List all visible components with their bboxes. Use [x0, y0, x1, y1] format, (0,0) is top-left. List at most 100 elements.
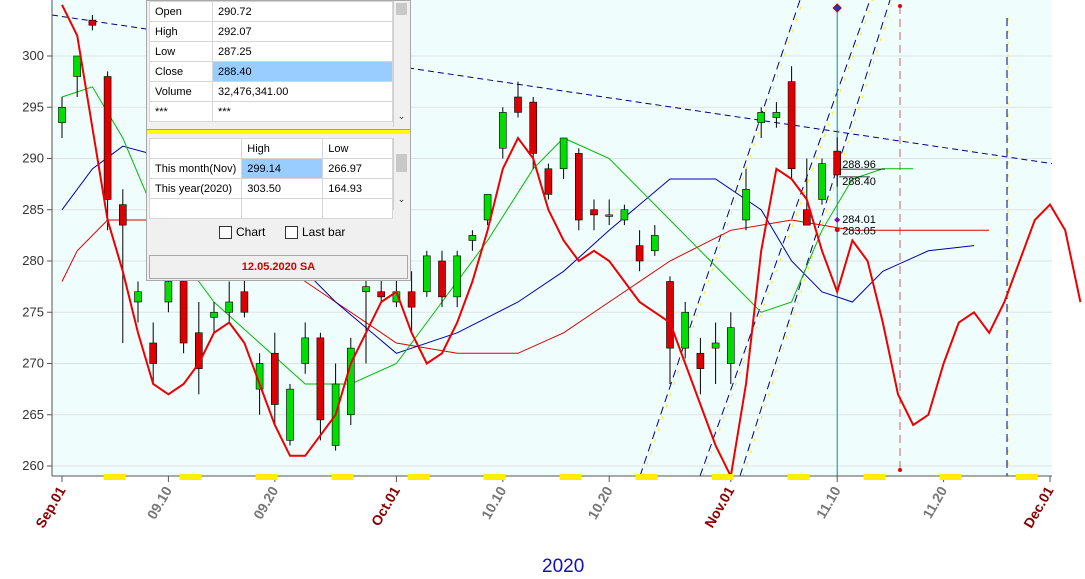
high-label: High: [149, 21, 213, 42]
candle-body: [514, 96, 522, 113]
chart-checkbox-label: Chart: [236, 225, 266, 239]
candle-body: [286, 388, 294, 441]
close-value[interactable]: 288.40: [212, 61, 393, 82]
candle-body: [88, 19, 97, 26]
volume-value: 32,476,341.00: [212, 81, 393, 102]
close-label: Close: [149, 61, 213, 82]
scroll-thumb[interactable]: [396, 154, 407, 172]
last-bar-checkbox-label: Last bar: [302, 225, 346, 239]
weekend-mark: [787, 474, 810, 480]
summary-label: This year(2020): [148, 178, 243, 199]
table-row[interactable]: Close 288.40: [149, 61, 393, 82]
extra-value: ***: [212, 101, 393, 122]
y-tick-label: 295: [22, 99, 44, 114]
y-tick-label: 270: [22, 356, 44, 371]
year-label: 2020: [542, 556, 585, 577]
high-value: 292.07: [212, 21, 393, 42]
weekend-mark: [711, 474, 734, 480]
candle-body: [544, 168, 553, 195]
price-label: 283.05: [842, 226, 876, 238]
candle-body: [377, 291, 386, 298]
candle-body: [73, 55, 81, 77]
table-row: Open 290.72: [149, 1, 393, 22]
summary-header-blank: [148, 138, 243, 159]
price-axis: 260 265 270 275 280 285 290 295 300: [0, 0, 53, 579]
candle-body: [787, 81, 796, 170]
y-tick-label: 280: [22, 253, 44, 268]
candle-body: [134, 291, 142, 303]
x-tick-label: 10.20: [584, 483, 615, 522]
low-value: 287.25: [212, 41, 393, 62]
candle-body: [301, 337, 310, 364]
weekend-mark: [179, 474, 202, 480]
x-tick-label: 11.10: [813, 483, 844, 521]
candle-body: [103, 76, 112, 200]
y-tick-label: 265: [22, 407, 44, 422]
summary-label: This month(Nov): [148, 158, 243, 179]
summary-scrollbar[interactable]: ⌄: [393, 138, 409, 210]
weekend-mark: [103, 474, 126, 480]
weekend-mark: [635, 474, 658, 480]
candle-body: [772, 112, 781, 118]
checkbox-icon[interactable]: [285, 225, 298, 239]
chevron-down-icon[interactable]: ⌄: [396, 111, 407, 122]
panel-divider[interactable]: [147, 129, 410, 134]
options-row: Chart Last bar: [147, 213, 410, 251]
candle-body: [210, 311, 218, 318]
checkbox-icon[interactable]: [219, 225, 232, 239]
candle-body: [711, 342, 720, 349]
summary-high[interactable]: 299.14: [241, 158, 324, 179]
price-label: 288.40: [842, 176, 876, 188]
candle-body: [635, 245, 644, 262]
candle-body: [757, 112, 766, 123]
scroll-thumb[interactable]: [396, 3, 407, 15]
chevron-down-icon[interactable]: ⌄: [396, 194, 407, 205]
candle-body: [407, 291, 416, 308]
y-tick-label: 300: [22, 48, 44, 63]
candle-body: [620, 209, 629, 221]
table-row: *** ***: [149, 101, 393, 122]
candle-body: [726, 327, 735, 364]
candle-body: [574, 153, 583, 221]
x-tick-label: 11.20: [919, 483, 950, 521]
candle-body: [498, 112, 507, 149]
y-tick-label: 285: [22, 202, 44, 217]
ohlc-scrollbar[interactable]: ⌄: [393, 1, 409, 127]
candle-body: [362, 286, 370, 293]
candle-body: [650, 235, 659, 252]
y-tick-label: 260: [22, 458, 44, 473]
chart-checkbox[interactable]: Chart: [219, 225, 265, 239]
candle-body: [559, 137, 568, 170]
summary-header-low: Low: [322, 138, 393, 159]
date-status: 12.05.2020 SA: [149, 255, 408, 279]
price-label: 288.96: [842, 159, 876, 171]
price-label: 284.01: [842, 214, 876, 226]
candle-body: [818, 163, 826, 200]
candle-body: [529, 101, 538, 154]
candle-body: [802, 209, 811, 226]
weekend-mark: [255, 474, 278, 480]
ohlc-table: Open 290.72 High 292.07 Low 287.25 Close 288…: [149, 1, 393, 122]
x-tick-label: Nov.01: [701, 483, 737, 530]
summary-table: High Low This month(Nov) 299.14 266.97 T…: [148, 138, 393, 219]
table-row: Low 287.25: [149, 41, 393, 62]
candle-body: [164, 281, 173, 303]
weekend-mark: [1015, 474, 1038, 480]
candle-body: [240, 291, 249, 313]
weekend-mark: [939, 474, 962, 480]
last-bar-checkbox[interactable]: Last bar: [285, 225, 345, 239]
candle-body: [453, 255, 462, 298]
candle-body: [681, 311, 690, 349]
candle-body: [225, 301, 233, 313]
weekend-mark: [559, 474, 582, 480]
candle-body: [742, 188, 750, 221]
summary-header-high: High: [241, 138, 324, 159]
date-axis: Sep.01 09.10 09.20 Oct.01 10.10 10.20 Nov.01 11…: [32, 474, 1057, 531]
volume-label: Volume: [149, 81, 213, 102]
marker-dot: [898, 468, 902, 472]
marker-dot: [834, 227, 840, 233]
candle-body: [605, 214, 614, 217]
low-label: Low: [149, 41, 213, 62]
candle-body: [119, 204, 127, 226]
summary-low: 164.93: [322, 178, 393, 199]
